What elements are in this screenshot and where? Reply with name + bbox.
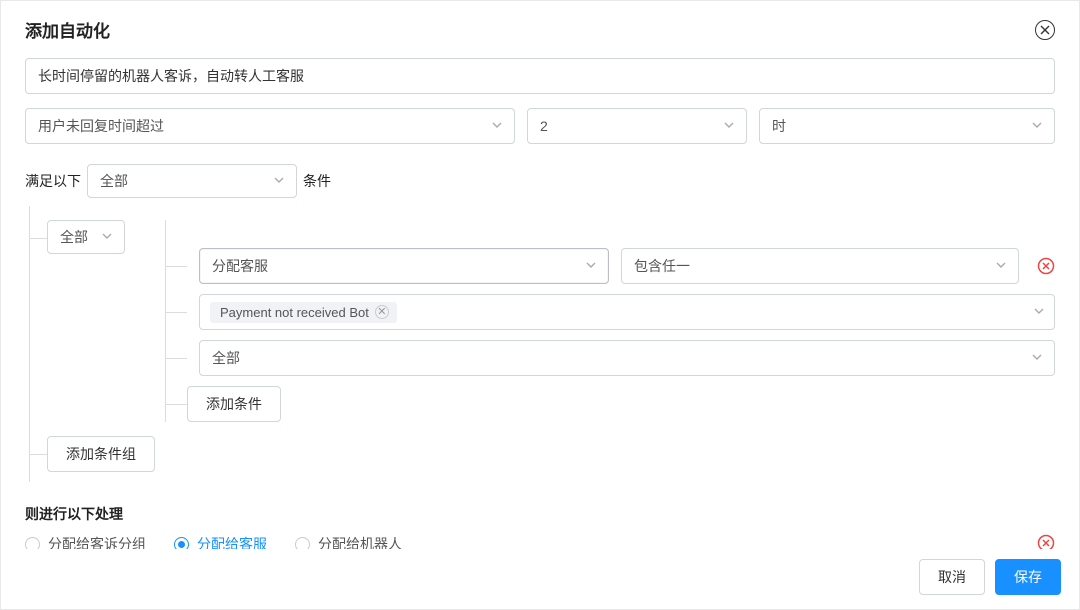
group-mode-value: 全部 bbox=[60, 227, 88, 247]
tree-connector bbox=[165, 404, 187, 405]
condition-field-value: 分配客服 bbox=[212, 256, 268, 276]
radio-label: 分配给客诉分组 bbox=[48, 534, 146, 549]
chevron-down-icon bbox=[996, 261, 1006, 272]
condition-submode-select[interactable]: 全部 bbox=[199, 340, 1055, 376]
trigger-value-select[interactable]: 2 bbox=[527, 108, 747, 144]
condition-operator-value: 包含任一 bbox=[634, 256, 690, 276]
tag-remove-icon[interactable]: ✕ bbox=[375, 305, 389, 319]
chevron-down-icon bbox=[492, 121, 502, 132]
action-option-assign-group[interactable]: 分配给客诉分组 bbox=[25, 534, 146, 549]
chevron-down-icon bbox=[1032, 353, 1042, 364]
conditions-match-mode-select[interactable]: 全部 bbox=[87, 164, 297, 198]
close-icon[interactable] bbox=[1035, 20, 1055, 40]
add-condition-button[interactable]: 添加条件 bbox=[187, 386, 281, 422]
condition-operator-select[interactable]: 包含任一 bbox=[621, 248, 1019, 284]
cancel-label: 取消 bbox=[938, 567, 966, 587]
add-condition-group-label: 添加条件组 bbox=[66, 444, 136, 464]
trigger-type-value: 用户未回复时间超过 bbox=[38, 116, 164, 136]
chevron-down-icon bbox=[274, 176, 284, 187]
radio-label: 分配给客服 bbox=[197, 534, 267, 549]
trigger-value: 2 bbox=[540, 118, 548, 134]
condition-value-select[interactable]: Payment not received Bot ✕ bbox=[199, 294, 1055, 330]
automation-name-input-wrap[interactable] bbox=[25, 58, 1055, 94]
action-option-assign-bot[interactable]: 分配给机器人 bbox=[295, 534, 402, 549]
condition-submode-value: 全部 bbox=[212, 348, 240, 368]
trigger-unit: 时 bbox=[772, 116, 786, 136]
tree-connector bbox=[165, 266, 187, 267]
trigger-type-select[interactable]: 用户未回复时间超过 bbox=[25, 108, 515, 144]
chevron-down-icon bbox=[1034, 307, 1044, 318]
conditions-suffix: 条件 bbox=[303, 171, 331, 191]
actions-title: 则进行以下处理 bbox=[25, 504, 1055, 524]
conditions-match-mode-value: 全部 bbox=[100, 171, 128, 191]
add-condition-label: 添加条件 bbox=[206, 394, 262, 414]
radio-label: 分配给机器人 bbox=[318, 534, 402, 549]
save-label: 保存 bbox=[1014, 567, 1042, 587]
radio-icon bbox=[25, 537, 40, 550]
condition-field-select[interactable]: 分配客服 bbox=[199, 248, 609, 284]
radio-icon bbox=[295, 537, 310, 550]
modal-title: 添加自动化 bbox=[25, 17, 110, 42]
chevron-down-icon bbox=[1032, 121, 1042, 132]
delete-condition-icon[interactable] bbox=[1037, 257, 1055, 275]
trigger-unit-select[interactable]: 时 bbox=[759, 108, 1055, 144]
conditions-prefix: 满足以下 bbox=[25, 171, 81, 191]
chevron-down-icon bbox=[724, 121, 734, 132]
action-option-assign-agent[interactable]: 分配给客服 bbox=[174, 534, 267, 549]
tag-chip[interactable]: Payment not received Bot ✕ bbox=[210, 302, 397, 323]
chevron-down-icon bbox=[586, 261, 596, 272]
delete-action-icon[interactable] bbox=[1037, 534, 1055, 549]
radio-icon bbox=[174, 537, 189, 550]
cancel-button[interactable]: 取消 bbox=[919, 559, 985, 595]
tree-connector bbox=[29, 454, 47, 455]
chevron-down-icon bbox=[102, 232, 112, 243]
add-condition-group-button[interactable]: 添加条件组 bbox=[47, 436, 155, 472]
tag-label: Payment not received Bot bbox=[220, 305, 369, 320]
tree-connector bbox=[165, 358, 187, 359]
automation-name-input[interactable] bbox=[38, 68, 1042, 84]
group-mode-select[interactable]: 全部 bbox=[47, 220, 125, 254]
tree-connector bbox=[165, 312, 187, 313]
tree-connector bbox=[29, 238, 47, 239]
save-button[interactable]: 保存 bbox=[995, 559, 1061, 595]
